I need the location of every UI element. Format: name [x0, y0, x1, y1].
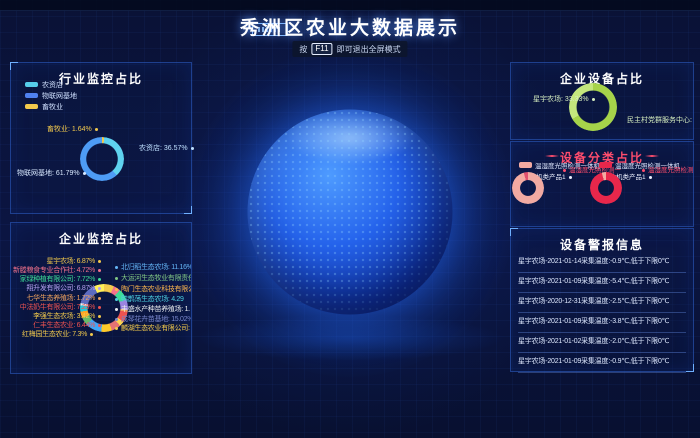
panel-enterprise-monitoring: 企业监控占比 星宇农场: 6.87% 新塍粮食专业合作社: 4.72% 家绿种植… [10, 222, 192, 374]
alarm-row: 星宇农场-2020-12-31采集温度:-2.5℃,低于下限0℃ [518, 293, 686, 313]
chart-label: 陶门生态农业科技有限公 [115, 284, 192, 294]
legend-label: 物联网基地 [42, 91, 77, 101]
fullscreen-hint: 按 F11 即可退出全屏模式 [292, 41, 407, 57]
chart-label: 麟湖生态农业有限公司: 6.87% [115, 323, 192, 333]
panel-device-alarms: 设备警报信息 星宇农场-2021-01-14采集温度:-0.9℃,低于下限0℃ … [510, 228, 694, 372]
top-bar [0, 0, 700, 11]
panel-title: 企业监控占比 [11, 230, 191, 247]
device-class-donut-left[interactable] [512, 172, 544, 204]
dashboard: 秀洲区农业大数据展示 按 F11 即可退出全屏模式 行业监控占比 农资店 物联网… [0, 0, 700, 438]
alarm-list: 星宇农场-2021-01-14采集温度:-0.9℃,低于下限0℃ 星宇农场-20… [518, 253, 686, 373]
chart-label: 农资店: 36.57% [139, 143, 194, 153]
panel-device-classification: 设备分类占比 温湿度光照检测一体机 一体机类产品1 温湿度光照检测一 温湿度光照… [510, 141, 694, 227]
alarm-row: 星宇农场-2021-01-09采集温度:-5.4℃,低于下限0℃ [518, 273, 686, 293]
alarm-row: 星宇农场-2021-01-02采集温度:-2.0℃,低于下限0℃ [518, 333, 686, 353]
chart-label: 丰盛水产种苗养殖场: 1. [115, 304, 190, 314]
panel-industry-monitoring: 行业监控占比 农资店 物联网基地 畜牧业 [10, 62, 192, 214]
device-class-donut-right[interactable] [590, 172, 622, 204]
panel-enterprise-equipment: 企业设备占比 星宇农场: 33.33% 民主村党群服务中心: [510, 62, 694, 140]
chart-label: 红梅园生态农业: 7.3% [22, 329, 93, 339]
legend-item[interactable]: 畜牧业 [25, 102, 77, 111]
legend-swatch [25, 104, 38, 109]
industry-donut-chart[interactable] [80, 137, 124, 181]
chart-label: 北归稻生态农场: 11.16% [115, 262, 192, 272]
alarm-row: 星宇农场-2021-01-09采集温度:-0.9℃,低于下限0℃ [518, 353, 686, 373]
chart-label: 星宇农场: 33.33% [533, 94, 595, 104]
industry-legend: 农资店 物联网基地 畜牧业 [25, 80, 77, 113]
chart-label: 大运河生态牧业有限责任公 [115, 273, 192, 283]
legend-swatch [25, 93, 38, 98]
chart-label: 畜牧业: 1.64% [47, 124, 98, 134]
chart-label: 民主村党群服务中心: [627, 115, 694, 125]
legend-label: 农资店 [42, 80, 63, 90]
chart-label: 翔升发有限公司: 6.87% [26, 283, 101, 293]
fullscreen-hint-prefix: 按 [299, 44, 307, 55]
globe-ground-glow [195, 315, 505, 361]
legend-item[interactable]: 物联网基地 [25, 91, 77, 100]
f11-key-badge: F11 [311, 43, 332, 55]
alarm-row: 星宇农场-2021-01-14采集温度:-0.9℃,低于下限0℃ [518, 253, 686, 273]
chart-label: 物联网基地: 61.79% [17, 168, 86, 178]
fullscreen-hint-suffix: 即可退出全屏模式 [337, 44, 401, 55]
globe [248, 110, 453, 315]
legend-swatch [599, 162, 612, 168]
alarm-row: 星宇农场-2021-01-09采集温度:-3.8℃,低于下限0℃ [518, 313, 686, 333]
legend-item[interactable]: 农资店 [25, 80, 77, 89]
legend-label: 畜牧业 [42, 102, 63, 112]
device-class-pointer-right: 温湿度光照检测一 [642, 164, 694, 174]
legend-swatch [519, 162, 532, 168]
legend-swatch [25, 82, 38, 87]
equipment-donut-chart[interactable] [569, 83, 617, 131]
panel-title: 设备警报信息 [511, 236, 693, 253]
page-title: 秀洲区农业大数据展示 [0, 13, 700, 40]
chart-label: 鸭鹊荡生态农场: 4.29 [115, 294, 184, 304]
